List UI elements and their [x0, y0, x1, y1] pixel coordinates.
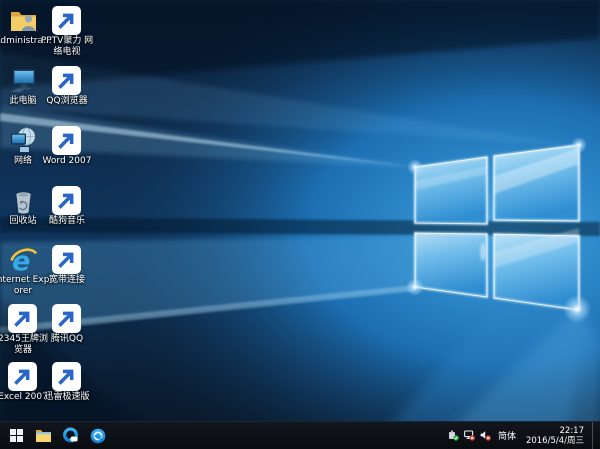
- shortcut-arrow-icon: [52, 126, 81, 155]
- shortcut-arrow-icon: [8, 362, 37, 391]
- shortcut-arrow-icon: [52, 245, 81, 274]
- word-2007-icon: W: [53, 126, 82, 155]
- windows-logo-icon: [9, 428, 24, 443]
- shortcut-arrow-icon: [52, 362, 81, 391]
- desktop-shortcut-xunlei[interactable]: 迅雷极速版: [44, 362, 90, 403]
- language-indicator[interactable]: 简体: [496, 429, 518, 442]
- system-tray: 简体 22:17 2016/5/4/周三: [448, 422, 600, 449]
- 2345-browser-taskbar-button[interactable]: [84, 422, 111, 449]
- pptv-icon: [53, 6, 82, 35]
- qq-browser-taskbar-button[interactable]: [57, 422, 84, 449]
- shortcut-arrow-icon: [52, 304, 81, 333]
- desktop-shortcut-tencent-qq[interactable]: 腾讯QQ: [44, 304, 90, 345]
- broadband-connection-icon: [53, 245, 82, 274]
- show-desktop-button[interactable]: [592, 422, 597, 449]
- desktop-shortcut-pptv[interactable]: PPTV聚力 网络电视: [44, 6, 90, 57]
- taskbar: 简体 22:17 2016/5/4/周三: [0, 421, 600, 449]
- file-explorer-button[interactable]: [30, 422, 57, 449]
- icon-label: Word 2007: [38, 156, 96, 167]
- shortcut-arrow-icon: [52, 186, 81, 215]
- internet-explorer-icon: e: [9, 245, 38, 274]
- recycle-bin-icon: [9, 186, 38, 215]
- 2345-browser-icon: [9, 304, 38, 333]
- icon-label: QQ浏览器: [38, 96, 96, 107]
- desktop-shortcut-word-2007[interactable]: W Word 2007: [44, 126, 90, 167]
- icon-label: 腾讯QQ: [38, 334, 96, 345]
- shortcut-arrow-icon: [52, 66, 81, 95]
- shortcut-arrow-icon: [52, 6, 81, 35]
- hardware-ready-icon[interactable]: [448, 430, 459, 441]
- icon-label: 迅雷极速版: [38, 392, 96, 403]
- kugou-music-icon: K: [53, 186, 82, 215]
- browser-e-icon: [90, 428, 106, 444]
- qq-browser-icon: [53, 66, 82, 95]
- icon-label: PPTV聚力 网络电视: [38, 36, 96, 57]
- excel-2007-icon: X: [9, 362, 38, 391]
- volume-muted-icon[interactable]: [480, 430, 491, 441]
- desktop-shortcut-internet-explorer[interactable]: e Internet Explorer: [0, 245, 46, 296]
- desktop: Administra... 此电脑 网络: [0, 0, 600, 449]
- network-disconnected-icon[interactable]: [464, 430, 475, 441]
- desktop-shortcut-broadband[interactable]: 宽带连接: [44, 245, 90, 286]
- desktop-shortcut-qq-browser[interactable]: QQ浏览器: [44, 66, 90, 107]
- qq-browser-icon: [62, 427, 79, 444]
- shortcut-arrow-icon: [8, 304, 37, 333]
- clock-date: 2016/5/4/周三: [526, 436, 584, 446]
- icon-label: 宽带连接: [38, 275, 96, 286]
- network-icon: [9, 126, 38, 155]
- start-button[interactable]: [3, 422, 30, 449]
- tencent-qq-icon: [53, 304, 82, 333]
- desktop-shortcut-kugou[interactable]: K 酷狗音乐: [44, 186, 90, 227]
- clock[interactable]: 22:17 2016/5/4/周三: [523, 426, 587, 446]
- this-pc-icon: [9, 66, 38, 95]
- folder-icon: [35, 428, 52, 443]
- icon-label: 酷狗音乐: [38, 216, 96, 227]
- clock-time: 22:17: [526, 426, 584, 436]
- xunlei-thunder-icon: [53, 362, 82, 391]
- administrator-folder-icon: [9, 6, 38, 35]
- desktop-shortcut-2345-browser[interactable]: 2345王牌浏览器: [0, 304, 46, 355]
